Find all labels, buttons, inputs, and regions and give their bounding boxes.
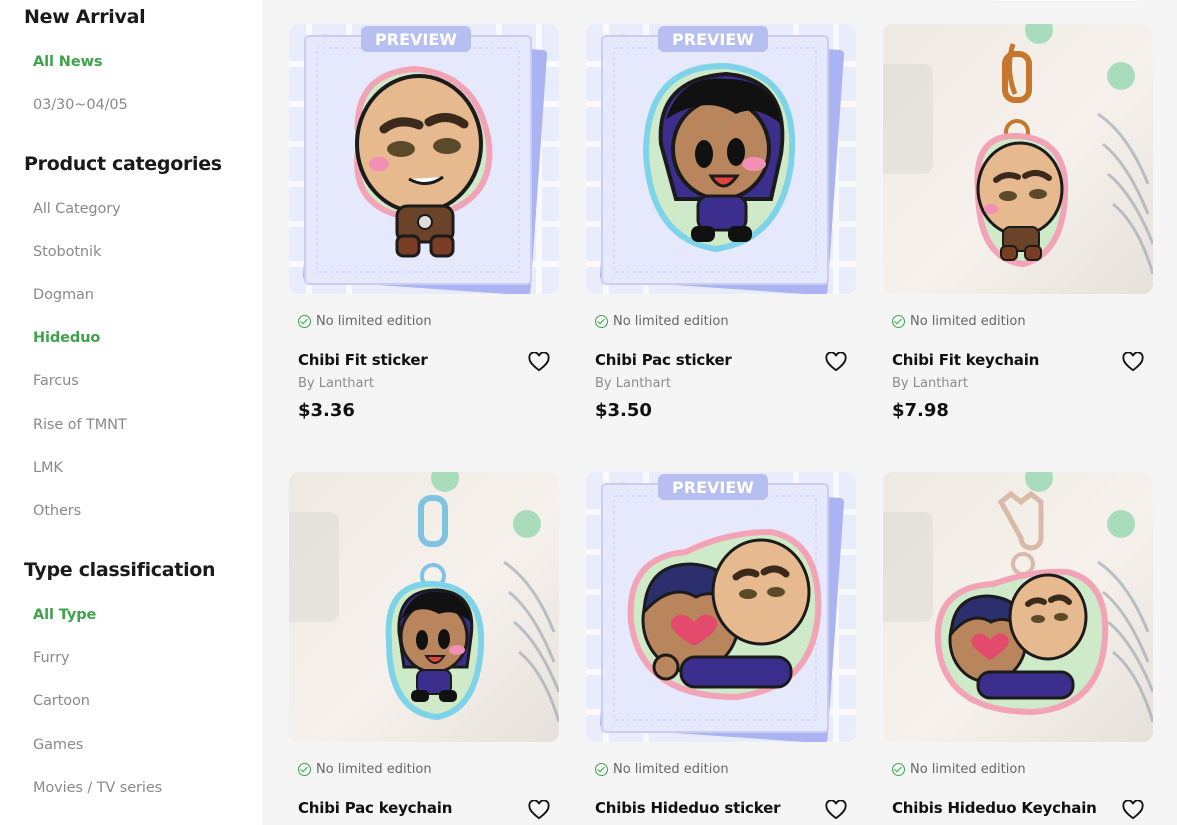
heart-icon[interactable]: [825, 352, 847, 372]
product-image[interactable]: [883, 472, 1153, 742]
filter-all-news[interactable]: All News: [33, 54, 103, 70]
product-image[interactable]: [883, 24, 1153, 294]
sort-select[interactable]: [990, 0, 1144, 2]
product-categories-title: Product categories: [24, 153, 222, 175]
category-lmk[interactable]: LMK: [33, 460, 63, 476]
edition-text: No limited edition: [910, 762, 1026, 777]
product-image[interactable]: [289, 472, 559, 742]
filter-date-range[interactable]: 03/30~04/05: [33, 97, 128, 113]
check-circle-icon: [298, 763, 311, 776]
product-name[interactable]: Chibis Hideduo sticker: [595, 799, 780, 817]
check-circle-icon: [892, 315, 905, 328]
heart-icon[interactable]: [1122, 800, 1144, 820]
preview-label: PREVIEW: [672, 478, 754, 497]
category-stobotnik[interactable]: Stobotnik: [33, 244, 101, 260]
type-classification-title: Type classification: [24, 559, 216, 581]
edition-text: No limited edition: [613, 762, 729, 777]
edition-status: No limited edition: [892, 762, 1026, 777]
preview-label: PREVIEW: [375, 30, 457, 49]
edition-status: No limited edition: [892, 314, 1026, 329]
edition-status: No limited edition: [298, 762, 432, 777]
category-all[interactable]: All Category: [33, 201, 121, 217]
type-games[interactable]: Games: [33, 737, 83, 753]
check-circle-icon: [298, 315, 311, 328]
category-farcus[interactable]: Farcus: [33, 373, 79, 389]
type-movies-tv[interactable]: Movies / TV series: [33, 780, 162, 796]
type-cartoon[interactable]: Cartoon: [33, 693, 90, 709]
product-price: $3.36: [298, 400, 355, 421]
product-author[interactable]: By Lanthart: [595, 376, 671, 391]
edition-text: No limited edition: [910, 314, 1026, 329]
heart-icon[interactable]: [825, 800, 847, 820]
product-image[interactable]: PREVIEW: [289, 24, 559, 294]
category-dogman[interactable]: Dogman: [33, 287, 94, 303]
check-circle-icon: [892, 763, 905, 776]
heart-icon[interactable]: [1122, 352, 1144, 372]
preview-label: PREVIEW: [672, 30, 754, 49]
sidebar: New Arrival All News 03/30~04/05 Product…: [0, 0, 262, 825]
product-name[interactable]: Chibi Pac sticker: [595, 351, 732, 369]
edition-text: No limited edition: [613, 314, 729, 329]
product-name[interactable]: Chibi Pac keychain: [298, 799, 452, 817]
product-grid: PREVIEW No limited edition Chibi Fit sti…: [262, 0, 1177, 825]
product-name[interactable]: Chibi Fit keychain: [892, 351, 1039, 369]
edition-text: No limited edition: [316, 314, 432, 329]
new-arrival-title: New Arrival: [24, 6, 146, 28]
category-hideduo[interactable]: Hideduo: [33, 330, 100, 346]
product-price: $3.50: [595, 400, 652, 421]
edition-text: No limited edition: [316, 762, 432, 777]
edition-status: No limited edition: [595, 314, 729, 329]
edition-status: No limited edition: [595, 762, 729, 777]
type-all[interactable]: All Type: [33, 607, 96, 623]
product-name[interactable]: Chibis Hideduo Keychain: [892, 799, 1097, 817]
product-image[interactable]: PREVIEW: [586, 24, 856, 294]
product-name[interactable]: Chibi Fit sticker: [298, 351, 428, 369]
product-author[interactable]: By Lanthart: [892, 376, 968, 391]
edition-status: No limited edition: [298, 314, 432, 329]
type-furry[interactable]: Furry: [33, 650, 70, 666]
product-author[interactable]: By Lanthart: [298, 376, 374, 391]
product-image[interactable]: PREVIEW: [586, 472, 856, 742]
category-others[interactable]: Others: [33, 503, 81, 519]
product-price: $7.98: [892, 400, 949, 421]
heart-icon[interactable]: [528, 800, 550, 820]
check-circle-icon: [595, 315, 608, 328]
check-circle-icon: [595, 763, 608, 776]
heart-icon[interactable]: [528, 352, 550, 372]
category-rise-of-tmnt[interactable]: Rise of TMNT: [33, 417, 127, 433]
